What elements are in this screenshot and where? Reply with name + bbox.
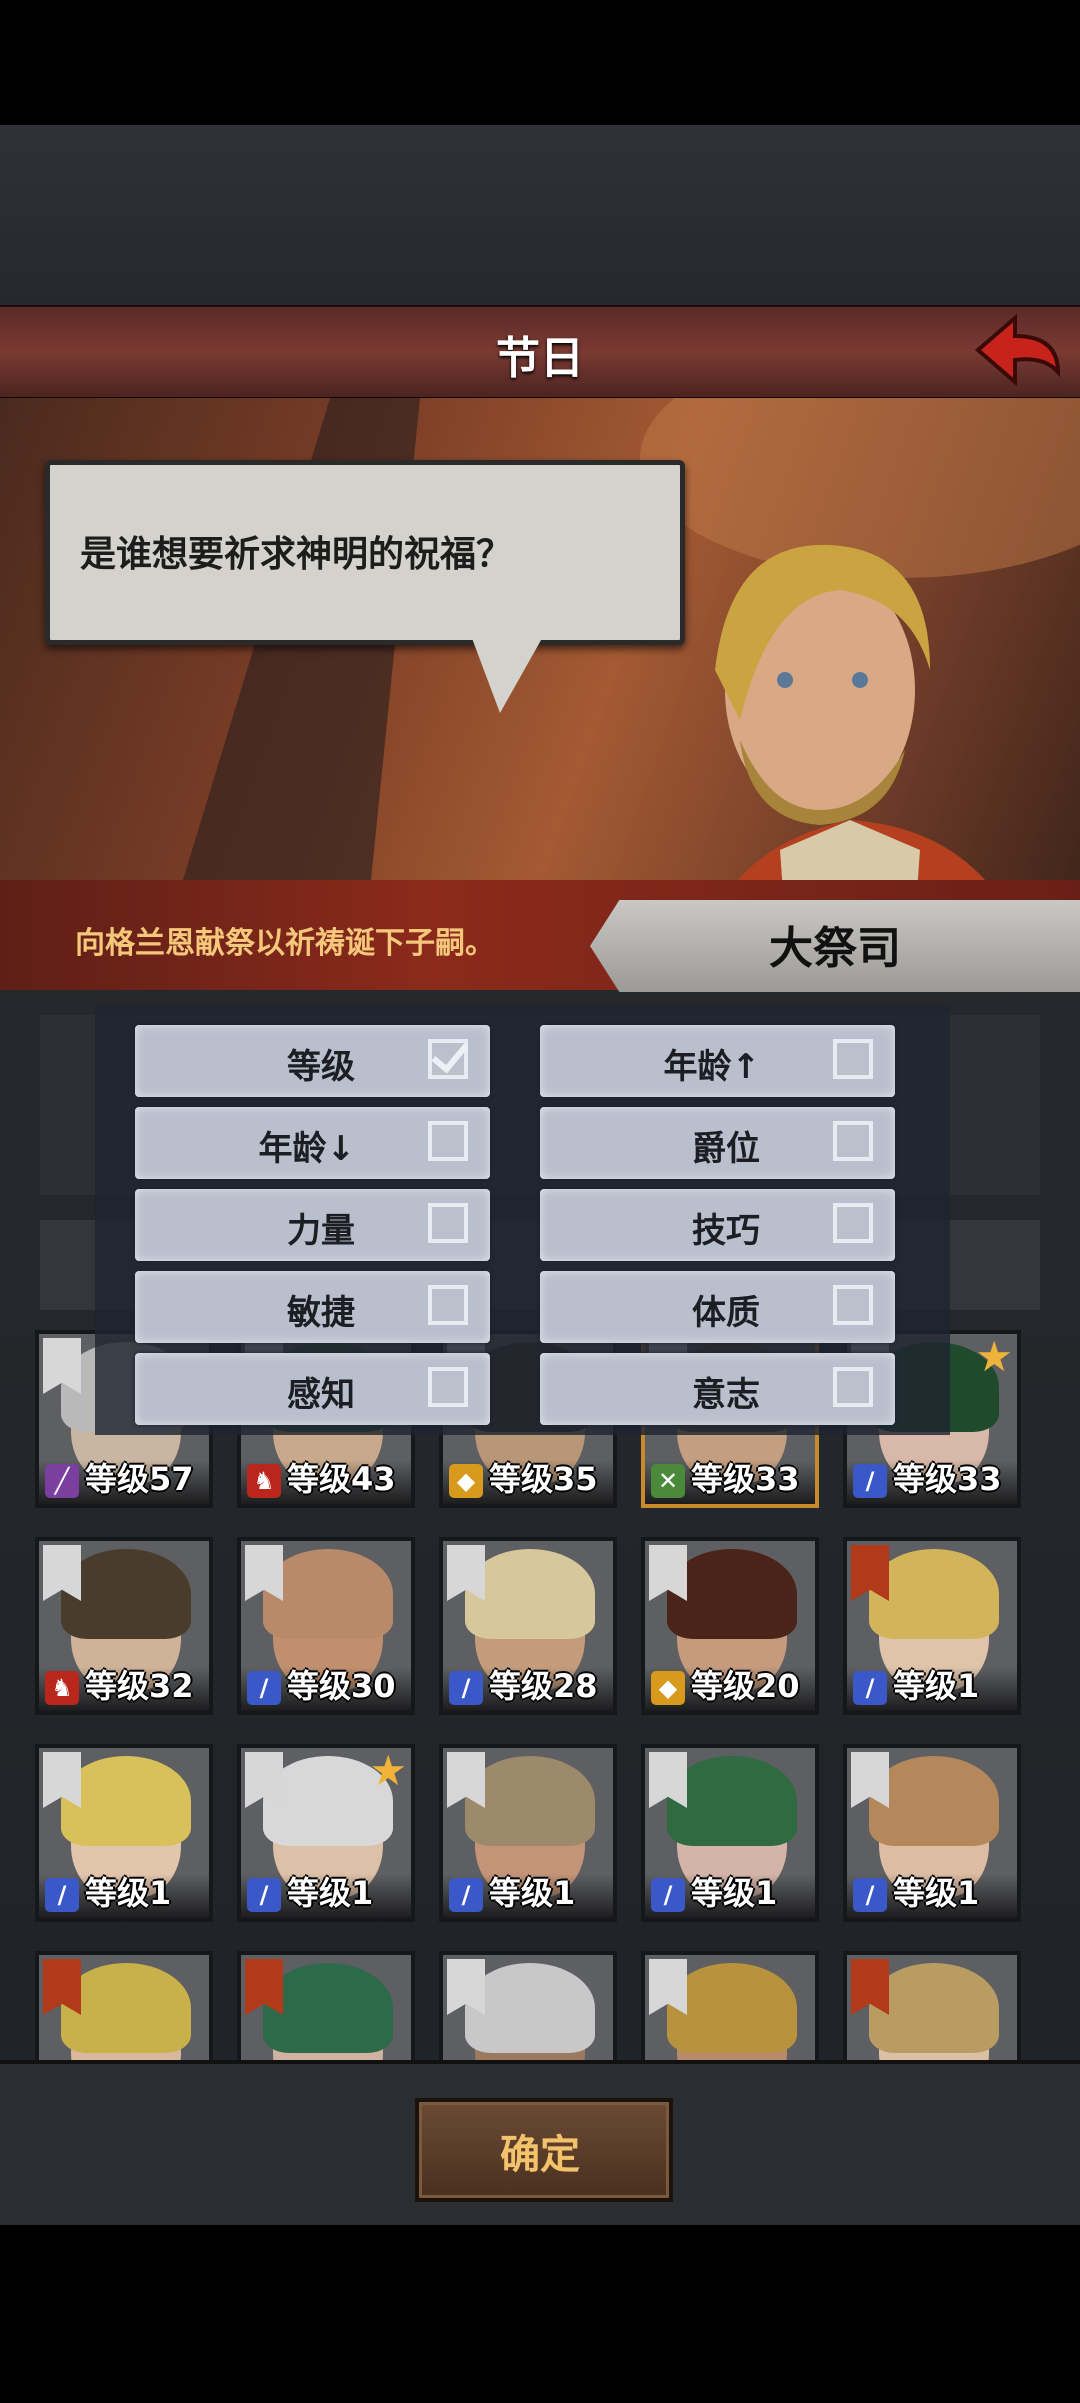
- sword-icon: /: [45, 1878, 79, 1912]
- sort-option-label: 等级: [287, 1047, 355, 1087]
- sort-option-label: 力量: [287, 1211, 355, 1251]
- sort-option[interactable]: 体质: [540, 1271, 895, 1343]
- confirm-label: 确定: [500, 2132, 580, 2178]
- sort-option-checkbox[interactable]: [833, 1285, 873, 1325]
- sword-icon: /: [651, 1878, 685, 1912]
- horse-icon: ♞: [45, 1671, 79, 1705]
- speech-bubble-tail: [470, 633, 545, 713]
- character-card[interactable]: [237, 1951, 415, 2060]
- character-level: 等级30: [287, 1667, 396, 1705]
- shield-icon: ◆: [449, 1464, 483, 1498]
- sort-option-label: 感知: [287, 1375, 355, 1415]
- sort-option-checkbox[interactable]: [833, 1039, 873, 1079]
- upper-band: [0, 125, 1080, 305]
- character-card[interactable]: [641, 1951, 819, 2060]
- status-area: [0, 0, 1080, 125]
- horse-icon: ♞: [247, 1464, 281, 1498]
- nav-area: [0, 2225, 1080, 2403]
- sort-option-label: 意志: [692, 1375, 760, 1415]
- sword-icon: /: [449, 1878, 483, 1912]
- character-level: 等级1: [691, 1874, 778, 1912]
- character-card[interactable]: ◆ 等级20: [641, 1537, 819, 1715]
- sort-option-checkbox[interactable]: [428, 1285, 468, 1325]
- sort-option-label: 体质: [692, 1293, 760, 1333]
- sort-option-label: 敏捷: [287, 1293, 355, 1333]
- character-level: 等级1: [287, 1874, 374, 1912]
- sort-option-label: 爵位: [692, 1129, 760, 1169]
- sword-icon: /: [853, 1671, 887, 1705]
- character-level: 等级1: [489, 1874, 576, 1912]
- character-level: 等级1: [893, 1874, 980, 1912]
- character-card[interactable]: ♞ 等级32: [35, 1537, 213, 1715]
- character-level: 等级1: [85, 1874, 172, 1912]
- character-card[interactable]: / 等级1: [641, 1744, 819, 1922]
- sort-option-checkbox[interactable]: [428, 1367, 468, 1407]
- star-icon: ★: [975, 1332, 1013, 1381]
- sort-option-label: 年龄↓: [258, 1129, 356, 1169]
- crossed-weapons-icon: ✕: [651, 1464, 685, 1498]
- sort-option[interactable]: 意志: [540, 1353, 895, 1425]
- sort-option-checkbox[interactable]: [428, 1203, 468, 1243]
- shield-icon: ◆: [651, 1671, 685, 1705]
- sword-icon: /: [853, 1878, 887, 1912]
- sword-icon: /: [853, 1464, 887, 1498]
- sort-option[interactable]: 感知: [135, 1353, 490, 1425]
- info-text: 向格兰恩献祭以祈祷诞下子嗣。: [75, 926, 495, 961]
- character-level: 等级33: [893, 1460, 1002, 1498]
- character-card[interactable]: [35, 1951, 213, 2060]
- character-card[interactable]: [843, 1951, 1021, 2060]
- sword-icon: /: [247, 1878, 281, 1912]
- sword-icon: /: [449, 1671, 483, 1705]
- character-level: 等级20: [691, 1667, 800, 1705]
- character-level: 等级43: [287, 1460, 396, 1498]
- character-level: 等级32: [85, 1667, 194, 1705]
- character-card[interactable]: ★ / 等级1: [237, 1744, 415, 1922]
- sort-option-checkbox[interactable]: [428, 1039, 468, 1079]
- character-card[interactable]: / 等级28: [439, 1537, 617, 1715]
- character-card[interactable]: / 等级1: [843, 1537, 1021, 1715]
- character-level: 等级57: [85, 1460, 194, 1498]
- sort-popup: 等级 年龄↑ 年龄↓ 爵位力量 技巧敏捷 体质感知 意志: [95, 1005, 950, 1435]
- character-card[interactable]: / 等级1: [439, 1744, 617, 1922]
- sword-icon: /: [247, 1671, 281, 1705]
- sort-option-label: 年龄↑: [663, 1047, 761, 1087]
- sort-option[interactable]: 等级: [135, 1025, 490, 1097]
- character-level: 等级35: [489, 1460, 598, 1498]
- sort-option[interactable]: 力量: [135, 1189, 490, 1261]
- character-level: 等级33: [691, 1460, 800, 1498]
- character-card[interactable]: / 等级1: [35, 1744, 213, 1922]
- sort-option-checkbox[interactable]: [833, 1367, 873, 1407]
- character-level: 等级1: [893, 1667, 980, 1705]
- staff-icon: ╱: [45, 1464, 79, 1498]
- sort-option-checkbox[interactable]: [833, 1121, 873, 1161]
- character-level: 等级28: [489, 1667, 598, 1705]
- page-title: 节日: [496, 333, 584, 384]
- npc-name: 大祭司: [769, 923, 901, 974]
- sort-option[interactable]: 敏捷: [135, 1271, 490, 1343]
- sort-option[interactable]: 爵位: [540, 1107, 895, 1179]
- back-arrow-icon[interactable]: [970, 310, 1065, 390]
- star-icon: ★: [369, 1746, 407, 1795]
- sort-option-checkbox[interactable]: [833, 1203, 873, 1243]
- character-card[interactable]: [439, 1951, 617, 2060]
- character-grid: ╱ 等级57 ♞ 等级43 ◆ 等级35 ✕ 等级33 ★ / 等级33 ♞ 等级32/等级30/等级2…: [35, 1330, 1045, 2060]
- character-card[interactable]: / 等级30: [237, 1537, 415, 1715]
- sort-option-label: 技巧: [692, 1211, 760, 1251]
- sort-option[interactable]: 技巧: [540, 1189, 895, 1261]
- sort-option[interactable]: 年龄↑: [540, 1025, 895, 1097]
- sort-option[interactable]: 年龄↓: [135, 1107, 490, 1179]
- character-card[interactable]: / 等级1: [843, 1744, 1021, 1922]
- sort-option-checkbox[interactable]: [428, 1121, 468, 1161]
- dialog-text: 是谁想要祈求神明的祝福？: [80, 534, 513, 575]
